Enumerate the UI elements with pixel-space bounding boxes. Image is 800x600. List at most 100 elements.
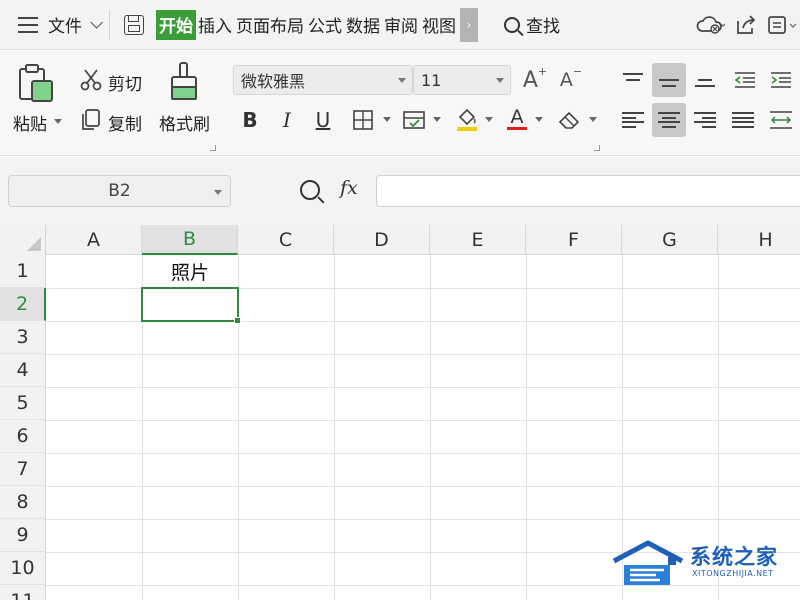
paste-icon[interactable] [16, 63, 56, 109]
align-left-button[interactable] [616, 103, 650, 137]
tab-view[interactable]: 视图 [420, 10, 458, 40]
row-header-3[interactable]: 3 [0, 321, 46, 354]
align-middle-button[interactable] [652, 63, 686, 97]
chevron-down-icon [90, 16, 103, 29]
row-gridline [46, 420, 800, 421]
clipboard-group-launcher[interactable] [210, 145, 216, 151]
plus-icon: + [537, 64, 548, 78]
search-button[interactable]: 查找 [504, 12, 560, 37]
decrease-indent-icon [734, 72, 755, 88]
paint-bucket-icon [457, 108, 477, 131]
font-group-launcher[interactable] [594, 145, 600, 151]
row-header-8[interactable]: 8 [0, 486, 46, 519]
name-box[interactable]: B2 [8, 175, 231, 207]
file-menu-label: 文件 [48, 17, 82, 37]
insert-function-button[interactable]: fx [340, 177, 358, 199]
increase-indent-button[interactable] [764, 63, 798, 97]
formula-input[interactable] [376, 175, 800, 207]
align-top-button[interactable] [616, 63, 650, 97]
column-header-b[interactable]: B [142, 225, 238, 255]
clear-format-dropdown-icon[interactable] [589, 117, 597, 122]
column-header-f[interactable]: F [526, 225, 622, 255]
borders-button[interactable] [346, 103, 380, 137]
align-center-icon [658, 112, 680, 128]
column-header-e[interactable]: E [430, 225, 526, 255]
share-icon[interactable] [728, 14, 764, 36]
font-color-icon: A [510, 105, 524, 128]
save-icon[interactable] [124, 14, 144, 35]
column-header-g[interactable]: G [622, 225, 718, 255]
search-icon [504, 16, 520, 33]
format-painter-icon[interactable] [168, 61, 202, 107]
fill-style-dropdown-icon[interactable] [433, 117, 441, 122]
cut-label[interactable]: 剪切 [108, 70, 142, 95]
paste-dropdown-icon[interactable] [54, 119, 62, 124]
column-header-c[interactable]: C [238, 225, 334, 255]
name-box-value: B2 [108, 181, 131, 201]
format-painter-label[interactable]: 格式刷 [159, 110, 210, 135]
row-header-10[interactable]: 10 [0, 552, 46, 585]
justify-button[interactable] [726, 103, 760, 137]
align-bottom-button[interactable] [688, 63, 722, 97]
tab-review[interactable]: 审阅 [382, 10, 420, 40]
ribbon: 粘贴 剪切 复制 格式刷 微软雅黑 11 A + A − B I U A [0, 51, 800, 156]
font-color-dropdown-icon[interactable] [535, 117, 543, 122]
underline-button[interactable]: U [306, 103, 340, 137]
row-gridline [46, 486, 800, 487]
cell-b1[interactable]: 照片 [142, 255, 238, 288]
paste-button[interactable]: 粘贴 [13, 110, 47, 135]
clear-format-button[interactable] [553, 103, 587, 137]
tab-formulas[interactable]: 公式 [306, 10, 344, 40]
tab-page-layout[interactable]: 页面布局 [234, 10, 306, 40]
align-center-button[interactable] [652, 103, 686, 137]
column-header-d[interactable]: D [334, 225, 430, 255]
tab-home[interactable]: 开始 [156, 9, 196, 40]
align-right-icon [694, 112, 716, 128]
selected-cell-b2[interactable] [141, 287, 241, 324]
watermark-title: 系统之家 [690, 545, 778, 569]
fill-style-button[interactable] [397, 103, 431, 137]
copy-label[interactable]: 复制 [108, 110, 142, 135]
highlight-button[interactable] [450, 103, 484, 137]
copy-icon[interactable] [79, 108, 101, 136]
row-header-9[interactable]: 9 [0, 519, 46, 552]
font-name-select[interactable]: 微软雅黑 [233, 65, 413, 95]
watermark-logo [612, 540, 684, 585]
hamburger-menu-icon[interactable] [18, 16, 38, 33]
borders-dropdown-icon[interactable] [383, 117, 391, 122]
tabs-more-button[interactable]: › [460, 7, 478, 42]
tab-insert[interactable]: 插入 [196, 10, 234, 40]
column-header-h[interactable]: H [718, 225, 800, 255]
shrink-font-icon: A [559, 69, 573, 91]
column-gridline [526, 255, 527, 600]
align-right-button[interactable] [688, 103, 722, 137]
cloud-sync-icon[interactable] [692, 14, 728, 36]
font-color-button[interactable]: A [500, 101, 534, 135]
shrink-font-button[interactable]: A − [554, 63, 588, 97]
file-menu[interactable]: 文件 [48, 10, 103, 40]
distribute-button[interactable] [764, 103, 798, 137]
formula-bar: B2 fx [0, 157, 800, 225]
row-header-6[interactable]: 6 [0, 420, 46, 453]
italic-button[interactable]: I [270, 103, 304, 137]
row-header-7[interactable]: 7 [0, 453, 46, 486]
chevron-down-icon [496, 78, 504, 83]
scissors-icon[interactable] [80, 68, 102, 96]
row-header-11[interactable]: 11 [0, 585, 46, 600]
grow-font-button[interactable]: A + [518, 63, 552, 97]
highlight-dropdown-icon[interactable] [485, 117, 493, 122]
decrease-indent-button[interactable] [728, 63, 762, 97]
row-header-5[interactable]: 5 [0, 387, 46, 420]
bold-button[interactable]: B [233, 103, 267, 137]
tab-data[interactable]: 数据 [344, 10, 382, 40]
font-size-select[interactable]: 11 [413, 65, 511, 95]
document-action-icon[interactable] [764, 14, 800, 36]
zoom-icon[interactable] [300, 180, 320, 200]
row-header-1[interactable]: 1 [0, 255, 46, 288]
column-header-a[interactable]: A [46, 225, 142, 255]
row-gridline [46, 387, 800, 388]
row-header-2[interactable]: 2 [0, 288, 46, 321]
search-label: 查找 [526, 17, 560, 37]
select-all-button[interactable] [0, 225, 46, 255]
row-header-4[interactable]: 4 [0, 354, 46, 387]
